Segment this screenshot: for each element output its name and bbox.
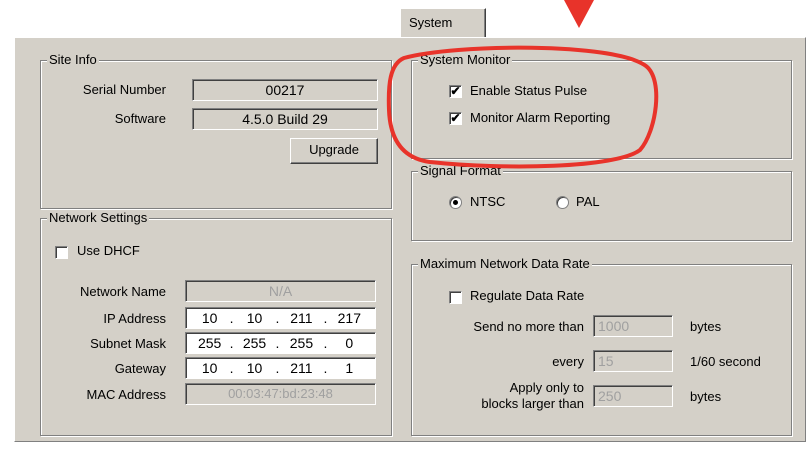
mask-octet: 255: [197, 335, 222, 351]
software-field: 4.5.0 Build 29: [192, 108, 378, 130]
send-limit-field[interactable]: 1000: [593, 315, 673, 337]
send-limit-label: Send no more than: [473, 319, 584, 334]
mac-address-field: 00:03:47:bd:23:48: [185, 383, 376, 405]
annotation-highlight-ellipse: [386, 45, 659, 169]
gateway-label: Gateway: [114, 361, 166, 376]
site-info-title: Site Info: [47, 52, 99, 68]
network-settings-title: Network Settings: [47, 210, 150, 226]
data-rate-title: Maximum Network Data Rate: [418, 256, 592, 272]
gateway-octet: 10: [246, 360, 263, 376]
every-label: every: [552, 354, 584, 369]
site-info-group: Site Info Serial Number 00217 Software 4…: [40, 52, 392, 209]
subnet-mask-field[interactable]: 255. 255. 255. 0: [185, 332, 376, 354]
data-rate-group: Maximum Network Data Rate Regulate Data …: [411, 256, 792, 436]
every-field[interactable]: 15: [593, 350, 673, 372]
pal-label: PAL: [576, 194, 600, 209]
serial-number-field: 00217: [192, 79, 378, 101]
annotation-arrow-icon: [564, 0, 594, 28]
signal-format-group: Signal Format NTSC PAL: [411, 163, 792, 241]
ip-address-label: IP Address: [103, 311, 166, 326]
gateway-octet: 211: [290, 360, 313, 376]
ip-octet: 217: [337, 310, 361, 326]
ip-octet: 10: [246, 310, 263, 326]
use-dhcp-checkbox[interactable]: [55, 246, 68, 259]
ip-octet: 10: [201, 310, 218, 326]
subnet-mask-label: Subnet Mask: [90, 336, 166, 351]
mac-address-label: MAC Address: [86, 387, 166, 402]
ntsc-radio[interactable]: [449, 196, 462, 209]
regulate-data-rate-label: Regulate Data Rate: [470, 288, 585, 303]
apply-label-line-1: Apply only to: [509, 380, 584, 395]
regulate-data-rate-checkbox[interactable]: [449, 291, 462, 304]
network-name-field: N/A: [185, 280, 376, 302]
upgrade-button[interactable]: Upgrade: [290, 138, 378, 164]
software-label: Software: [114, 111, 166, 126]
use-dhcp-label: Use DHCF: [77, 243, 140, 258]
tab-system[interactable]: System: [400, 8, 486, 38]
network-name-label: Network Name: [80, 284, 166, 299]
apply-size-field[interactable]: 250: [593, 385, 673, 407]
pal-radio[interactable]: [556, 196, 569, 209]
mask-octet: 0: [345, 335, 354, 351]
apply-label-line-2: blocks larger than: [481, 396, 584, 411]
ntsc-label: NTSC: [470, 194, 506, 209]
every-unit: 1/60 second: [690, 354, 761, 369]
send-limit-unit: bytes: [690, 319, 722, 334]
apply-size-unit: bytes: [690, 389, 722, 404]
tab-label: System: [409, 15, 453, 30]
gateway-field[interactable]: 10. 10. 211. 1: [185, 357, 376, 379]
ip-address-field[interactable]: 10. 10. 211. 217: [185, 307, 376, 329]
gateway-octet: 10: [201, 360, 218, 376]
gateway-octet: 1: [345, 360, 354, 376]
ip-octet: 211: [290, 310, 313, 326]
serial-number-label: Serial Number: [82, 82, 166, 97]
mask-octet: 255: [242, 335, 267, 351]
network-settings-group: Network Settings Use DHCF Network Name N…: [40, 210, 392, 436]
mask-octet: 255: [289, 335, 314, 351]
